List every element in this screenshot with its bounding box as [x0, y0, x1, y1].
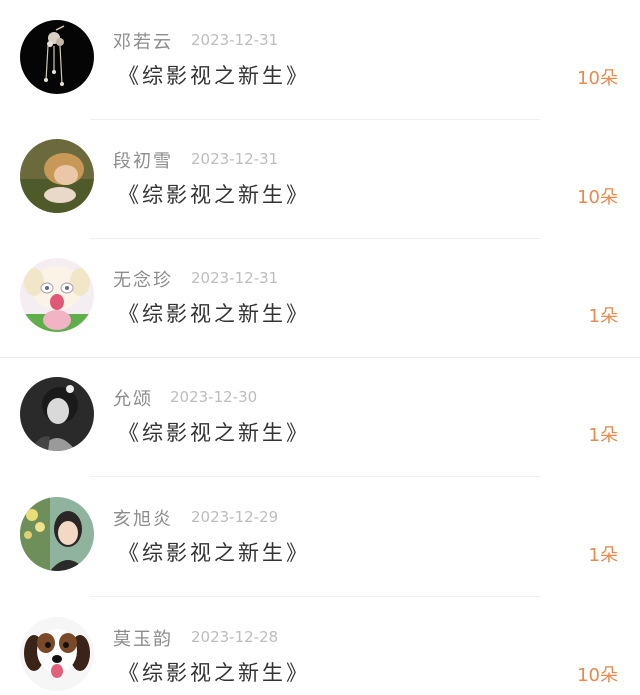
gift-record-list: 邓若云 2023-12-31 《综影视之新生》 10朵 段初雪 2023-12-…	[0, 0, 640, 695]
list-item[interactable]: 亥旭炎 2023-12-29 《综影视之新生》 1朵	[0, 477, 640, 597]
flower-count: 1朵	[588, 306, 618, 327]
avatar[interactable]	[20, 139, 94, 213]
flower-count: 1朵	[588, 425, 618, 446]
list-item[interactable]: 莫玉韵 2023-12-28 《综影视之新生》 10朵	[0, 597, 640, 695]
sender-name: 邓若云	[113, 32, 173, 53]
girl-flowers-avatar-icon	[20, 497, 94, 571]
gift-date: 2023-12-31	[191, 269, 279, 287]
avatar[interactable]	[20, 497, 94, 571]
list-item[interactable]: 允颂 2023-12-30 《综影视之新生》 1朵	[0, 357, 640, 477]
book-title[interactable]: 《综影视之新生》	[118, 298, 310, 328]
book-title[interactable]: 《综影视之新生》	[118, 417, 310, 447]
gift-date: 2023-12-30	[170, 388, 258, 406]
gift-date: 2023-12-28	[191, 628, 279, 646]
avatar[interactable]	[20, 258, 94, 332]
sender-name: 亥旭炎	[113, 509, 173, 530]
gift-date: 2023-12-29	[191, 508, 279, 526]
flower-count: 10朵	[577, 187, 618, 208]
sender-name: 段初雪	[113, 151, 173, 172]
flower-count: 10朵	[577, 68, 618, 89]
sender-name: 无念珍	[113, 270, 173, 291]
book-title[interactable]: 《综影视之新生》	[118, 60, 310, 90]
list-item[interactable]: 邓若云 2023-12-31 《综影视之新生》 10朵	[0, 0, 640, 120]
dog-avatar-icon	[20, 617, 94, 691]
list-item[interactable]: 段初雪 2023-12-31 《综影视之新生》 10朵	[0, 119, 640, 239]
book-title[interactable]: 《综影视之新生》	[118, 537, 310, 567]
flower-count: 1朵	[588, 545, 618, 566]
book-title[interactable]: 《综影视之新生》	[118, 179, 310, 209]
anime-avatar-icon	[20, 258, 94, 332]
hairpin-avatar-icon	[20, 20, 94, 94]
avatar[interactable]	[20, 20, 94, 94]
bw-woman-avatar-icon	[20, 377, 94, 451]
list-item[interactable]: 无念珍 2023-12-31 《综影视之新生》 1朵	[0, 238, 640, 358]
sender-name: 允颂	[113, 389, 153, 410]
gift-date: 2023-12-31	[191, 150, 279, 168]
girl-grass-avatar-icon	[20, 139, 94, 213]
avatar[interactable]	[20, 617, 94, 691]
book-title[interactable]: 《综影视之新生》	[118, 657, 310, 687]
gift-date: 2023-12-31	[191, 31, 279, 49]
sender-name: 莫玉韵	[113, 629, 173, 650]
avatar[interactable]	[20, 377, 94, 451]
flower-count: 10朵	[577, 665, 618, 686]
